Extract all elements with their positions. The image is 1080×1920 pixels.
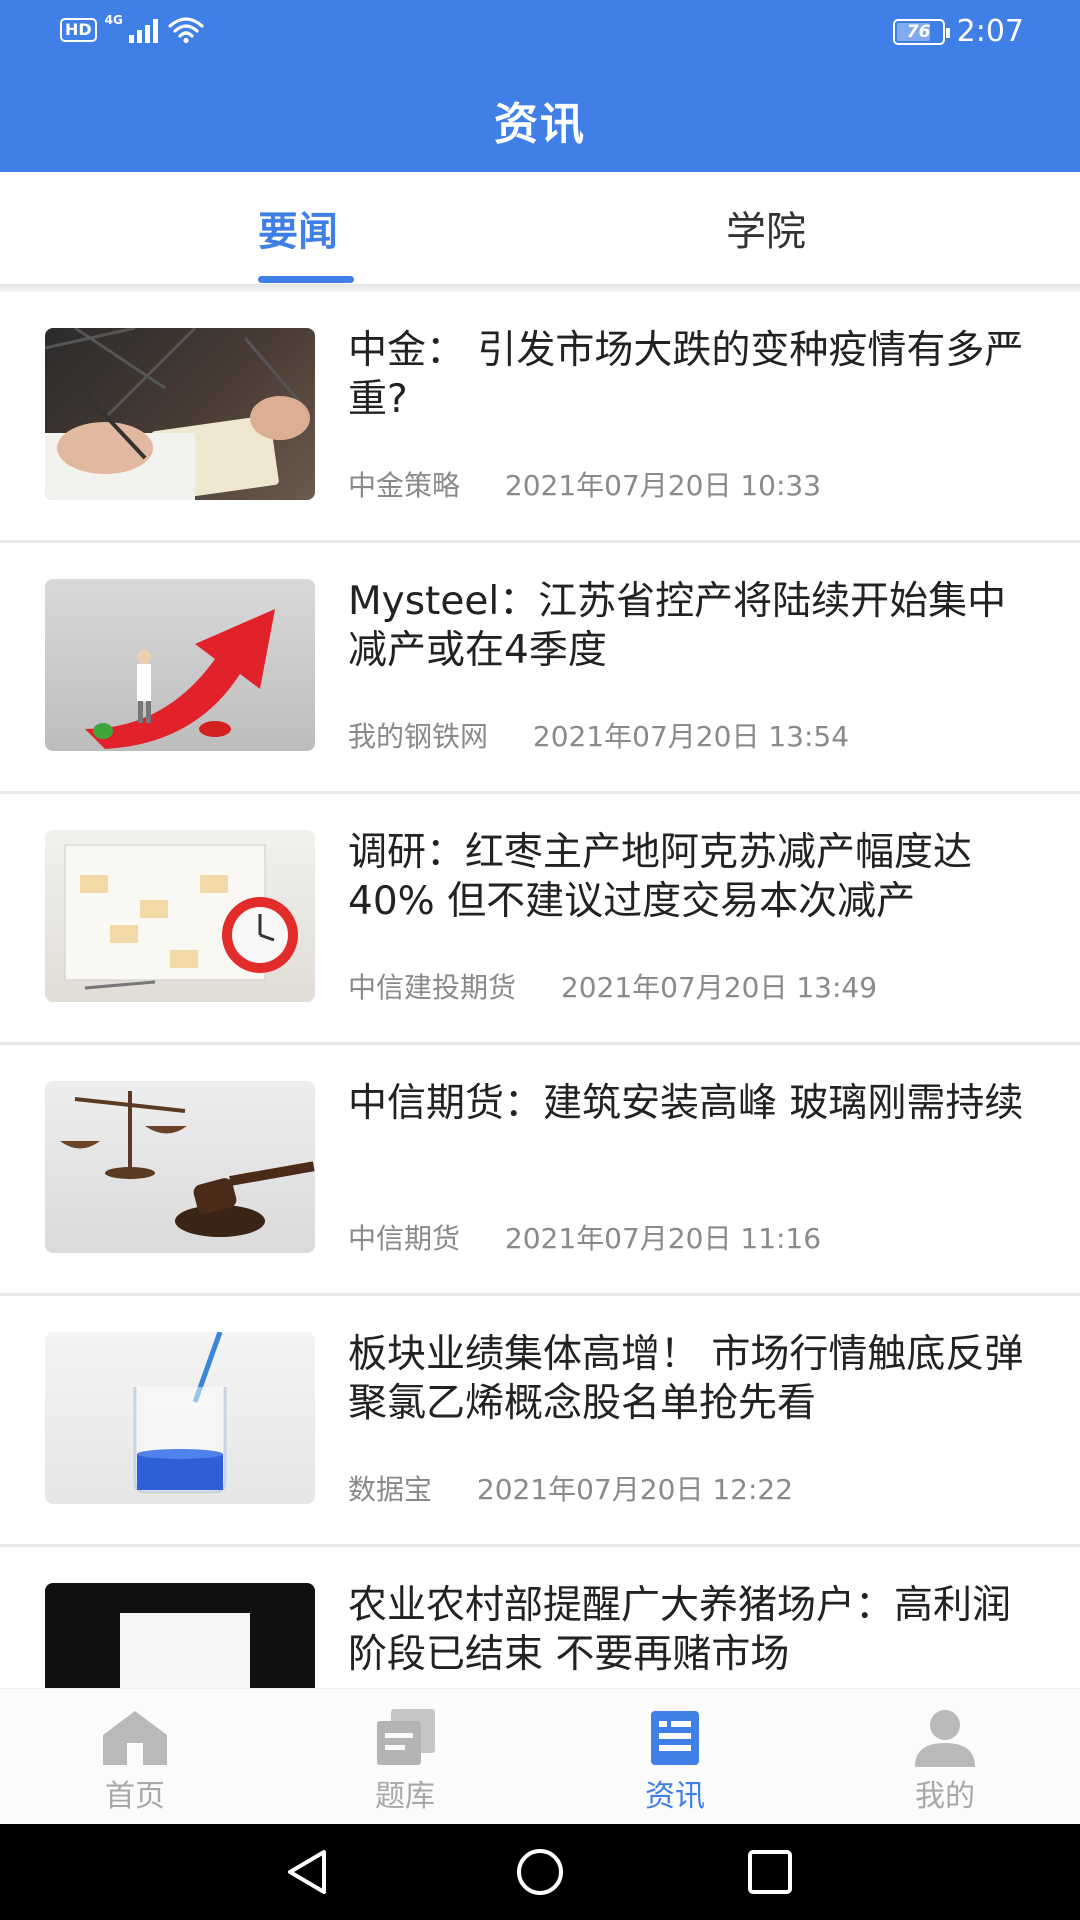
nav-label: 我的 [915, 1779, 975, 1814]
news-title: 中金： 引发市场大跌的变种疫情有多严重? [348, 328, 1024, 422]
cellular-signal-icon: 4G [105, 13, 158, 43]
news-time: 2021年07月20日 13:54 [532, 720, 850, 753]
red-arrow-image [45, 579, 315, 751]
active-tab-indicator [258, 276, 354, 283]
nav-label: 资讯 [645, 1779, 705, 1814]
divider [0, 284, 1080, 292]
tab-headlines[interactable]: 要闻 [0, 172, 540, 284]
news-source: 中信建投期货 [348, 971, 517, 1004]
nav-profile[interactable]: 我的 [810, 1689, 1080, 1825]
bottom-nav: 首页 题库 资讯 我的 [0, 1688, 1080, 1824]
battery-icon: 76 [892, 18, 950, 45]
clock: 2:07 [956, 14, 1024, 49]
recent-apps-icon[interactable] [744, 1846, 796, 1898]
news-meta: 数据宝 2021年07月20日 12:22 [348, 1468, 793, 1508]
news-item[interactable]: 农业农村部提醒广大养猪场户：高利润阶段已结束 不要再赌市场 [0, 1547, 1080, 1688]
question-bank-icon [377, 1709, 435, 1765]
top-bar: HD 4G 76 2:07 资讯 [0, 0, 1080, 172]
news-time: 2021年07月20日 11:16 [504, 1222, 822, 1255]
news-time: 2021年07月20日 12:22 [476, 1473, 794, 1506]
news-title: 调研：红枣主产地阿克苏减产幅度达40% 但不建议过度交易本次减产 [348, 830, 973, 924]
news-time: 2021年07月20日 10:33 [504, 469, 822, 502]
network-type: 4G [104, 13, 123, 27]
news-title: 板块业绩集体高增！ 市场行情触底反弹 聚氯乙烯概念股名单抢先看 [348, 1332, 1024, 1426]
news-title: Mysteel：江苏省控产将陆续开始集中减产或在4季度 [348, 579, 1007, 673]
news-source: 数据宝 [348, 1473, 433, 1506]
news-meta: 中信期货 2021年07月20日 11:16 [348, 1217, 821, 1257]
news-item[interactable]: 调研：红枣主产地阿克苏减产幅度达40% 但不建议过度交易本次减产 中信建投期货 … [0, 794, 1080, 1045]
nav-label: 题库 [375, 1779, 435, 1814]
hd-icon: HD [60, 18, 97, 42]
wifi-icon [168, 16, 204, 44]
news-item[interactable]: Mysteel：江苏省控产将陆续开始集中减产或在4季度 我的钢铁网 2021年0… [0, 543, 1080, 794]
tab-label: 学院 [726, 209, 806, 255]
beaker-pipette-image [45, 1332, 315, 1504]
home-circle-icon[interactable] [514, 1846, 566, 1898]
news-item[interactable]: 中信期货：建筑安装高峰 玻璃刚需持续 中信期货 2021年07月20日 11:1… [0, 1045, 1080, 1296]
news-source: 中金策略 [348, 469, 461, 502]
profile-icon [915, 1710, 975, 1767]
calendar-clock-image [45, 830, 315, 1002]
news-list[interactable]: 中金： 引发市场大跌的变种疫情有多严重? 中金策略 2021年07月20日 10… [0, 292, 1080, 1688]
back-icon[interactable] [282, 1846, 334, 1898]
tab-academy[interactable]: 学院 [540, 172, 1080, 284]
tab-label: 要闻 [258, 209, 338, 255]
news-meta: 我的钢铁网 2021年07月20日 13:54 [348, 715, 849, 755]
battery-level: 76 [906, 21, 931, 42]
home-icon [103, 1711, 167, 1765]
news-item[interactable]: 中金： 引发市场大跌的变种疫情有多严重? 中金策略 2021年07月20日 10… [0, 292, 1080, 543]
writing-hand-image [45, 328, 315, 500]
nav-label: 首页 [105, 1779, 165, 1814]
news-meta: 中信建投期货 2021年07月20日 13:49 [348, 966, 877, 1006]
nav-news[interactable]: 资讯 [540, 1689, 810, 1825]
scales-gavel-image [45, 1081, 315, 1253]
news-title: 中信期货：建筑安装高峰 玻璃刚需持续 [348, 1081, 1024, 1126]
white-card-image [45, 1583, 315, 1688]
news-source: 中信期货 [348, 1222, 461, 1255]
news-item[interactable]: 板块业绩集体高增！ 市场行情触底反弹 聚氯乙烯概念股名单抢先看 数据宝 2021… [0, 1296, 1080, 1547]
system-nav-bar [0, 1824, 1080, 1920]
news-title: 农业农村部提醒广大养猪场户：高利润阶段已结束 不要再赌市场 [348, 1583, 1012, 1677]
tab-bar: 要闻 学院 [0, 172, 1080, 284]
news-time: 2021年07月20日 13:49 [560, 971, 878, 1004]
status-bar: HD 4G 76 2:07 [0, 0, 1080, 64]
nav-home[interactable]: 首页 [0, 1689, 270, 1825]
page-title: 资讯 [494, 99, 586, 150]
news-meta: 中金策略 2021年07月20日 10:33 [348, 464, 821, 504]
news-source: 我的钢铁网 [348, 720, 489, 753]
news-icon [651, 1711, 699, 1765]
nav-question-bank[interactable]: 题库 [270, 1689, 540, 1825]
